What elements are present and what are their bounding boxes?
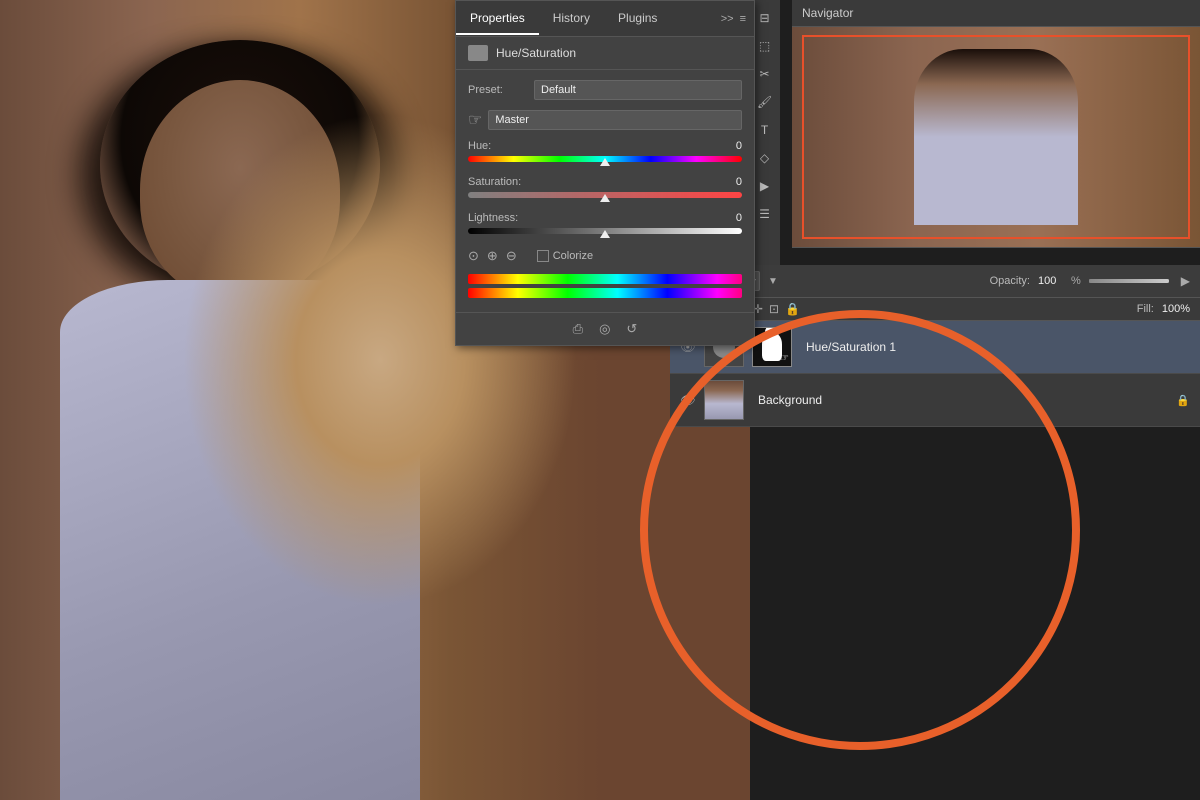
toolbar-layers-icon[interactable]: ☰ — [753, 202, 777, 226]
expand-icon[interactable]: >> — [721, 13, 734, 25]
saturation-thumb[interactable] — [600, 194, 610, 202]
layer-visibility-bg[interactable]: 👁 — [680, 392, 696, 408]
layer-thumb-background — [704, 380, 744, 420]
fill-label: Fill: — [1137, 303, 1154, 315]
layer-thumb-mask: ☞ — [752, 327, 792, 367]
channel-select[interactable]: Master — [488, 110, 742, 130]
lightness-thumb[interactable] — [600, 230, 610, 238]
toolbar-paint-icon[interactable]: 🖌 — [753, 90, 777, 114]
saturation-label: Saturation: — [468, 176, 521, 188]
nav-viewport-box[interactable] — [802, 35, 1190, 239]
opacity-slider[interactable] — [1089, 279, 1169, 283]
saturation-track[interactable] — [468, 192, 742, 198]
panel-tab-icons: >> ≡ — [721, 13, 754, 25]
properties-panel: Properties History Plugins >> ≡ Hue/Satu… — [455, 0, 755, 346]
background-lock-icon: 🔒 — [1176, 394, 1190, 407]
blend-dropdown-arrow: ▼ — [768, 276, 778, 287]
reset-icon[interactable]: ↺ — [626, 321, 637, 337]
fill-value: 100% — [1162, 303, 1190, 315]
navigator-preview — [792, 27, 1200, 247]
saturation-label-row: Saturation: 0 — [468, 176, 742, 188]
saturation-slider-row: Saturation: 0 — [468, 176, 742, 198]
lock-all-icon[interactable]: 🔒 — [785, 302, 800, 316]
adjustment-type-icon — [468, 45, 488, 61]
hue-label: Hue: — [468, 140, 491, 152]
layer-name-hue-saturation: Hue/Saturation 1 — [806, 340, 896, 354]
panel-menu-icon[interactable]: ≡ — [740, 13, 746, 25]
colorize-row: ⊙ ⊕ ⊖ Colorize — [468, 248, 742, 264]
toolbar-crop-icon[interactable]: ✂ — [753, 62, 777, 86]
hue-thumb[interactable] — [600, 158, 610, 166]
toolbar-sliders-icon[interactable]: ⊟ — [753, 6, 777, 30]
eyedropper-sub-icon[interactable]: ⊖ — [506, 248, 517, 264]
opacity-value: 100 — [1038, 275, 1063, 287]
layer-name-background: Background — [758, 393, 822, 407]
tab-history[interactable]: History — [539, 3, 604, 35]
navigator-title: Navigator — [802, 6, 853, 20]
panel-footer: ⎙ ◎ ↺ — [456, 312, 754, 345]
clip-to-layer-icon[interactable]: ⎙ — [573, 321, 583, 337]
tab-properties[interactable]: Properties — [456, 3, 539, 35]
spectrum-bar — [468, 274, 742, 284]
colorize-checkbox[interactable] — [537, 250, 549, 262]
navigator-panel: Navigator — [792, 0, 1200, 248]
colorize-text: Colorize — [553, 250, 593, 262]
panel-title: Hue/Saturation — [496, 46, 576, 60]
lightness-slider-row: Lightness: 0 — [468, 212, 742, 234]
panel-header: Hue/Saturation — [456, 37, 754, 70]
lightness-label-row: Lightness: 0 — [468, 212, 742, 224]
panel-tabs: Properties History Plugins >> ≡ — [456, 1, 754, 37]
lightness-value: 0 — [722, 212, 742, 224]
spectrum-bar-2 — [468, 288, 742, 298]
eyedropper-icon[interactable]: ⊙ — [468, 248, 479, 264]
preset-label: Preset: — [468, 84, 528, 96]
hue-value: 0 — [722, 140, 742, 152]
hand-icon[interactable]: ☞ — [468, 110, 482, 130]
hue-track[interactable] — [468, 156, 742, 162]
tab-plugins[interactable]: Plugins — [604, 3, 671, 35]
colorize-label[interactable]: Colorize — [537, 250, 593, 262]
layer-row-background[interactable]: 👁 Background 🔒 — [670, 374, 1200, 427]
color-bars — [468, 274, 742, 298]
channel-row: ☞ Master — [468, 110, 742, 130]
lightness-track[interactable] — [468, 228, 742, 234]
hue-label-row: Hue: 0 — [468, 140, 742, 152]
preset-row: Preset: Default — [468, 80, 742, 100]
toolbar-select-icon[interactable]: ⬚ — [753, 34, 777, 58]
collapse-right-icon[interactable]: ▶ — [1181, 274, 1190, 288]
opacity-label: Opacity: — [990, 275, 1030, 287]
lock-artboard-icon[interactable]: ⊡ — [769, 302, 779, 316]
toolbar-text-icon[interactable]: T — [753, 118, 777, 142]
preset-select[interactable]: Default — [534, 80, 742, 100]
opacity-unit: % — [1071, 275, 1081, 287]
eyedropper-tools: ⊙ ⊕ ⊖ — [468, 248, 517, 264]
navigator-header: Navigator — [792, 0, 1200, 27]
toolbar-play-icon[interactable]: ▶ — [753, 174, 777, 198]
toolbar-path-icon[interactable]: ◇ — [753, 146, 777, 170]
eyedropper-add-icon[interactable]: ⊕ — [487, 248, 498, 264]
saturation-value: 0 — [722, 176, 742, 188]
lightness-label: Lightness: — [468, 212, 518, 224]
panel-body: Preset: Default ☞ Master Hue: 0 Sa — [456, 70, 754, 312]
hue-slider-row: Hue: 0 — [468, 140, 742, 162]
visibility-toggle-icon[interactable]: ◎ — [599, 321, 610, 337]
